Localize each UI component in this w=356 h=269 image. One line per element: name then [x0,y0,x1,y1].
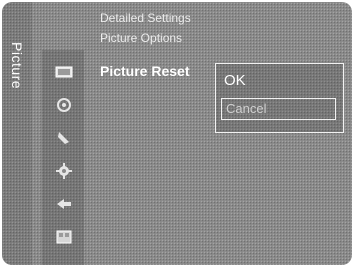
ok-option[interactable]: OK [224,72,246,89]
sound-icon[interactable] [54,95,74,115]
reset-confirm-popup: OK Cancel [215,63,344,133]
channel-icon[interactable] [54,128,74,148]
input-icon[interactable] [54,194,74,214]
menu-title: Picture [9,42,25,90]
tv-menu-screen: Picture Detailed Settings Picture Option… [2,2,352,265]
cancel-option[interactable]: Cancel [221,98,336,120]
breadcrumb-level-1: Detailed Settings [100,11,191,25]
current-item-label: Picture Reset [100,63,190,79]
menu-icon-bar [42,50,84,265]
application-icon[interactable] [54,227,74,247]
setup-icon[interactable] [54,161,74,181]
picture-icon[interactable] [54,62,74,82]
breadcrumb-level-2: Picture Options [100,31,183,45]
menu-title-strip: Picture [2,2,32,265]
